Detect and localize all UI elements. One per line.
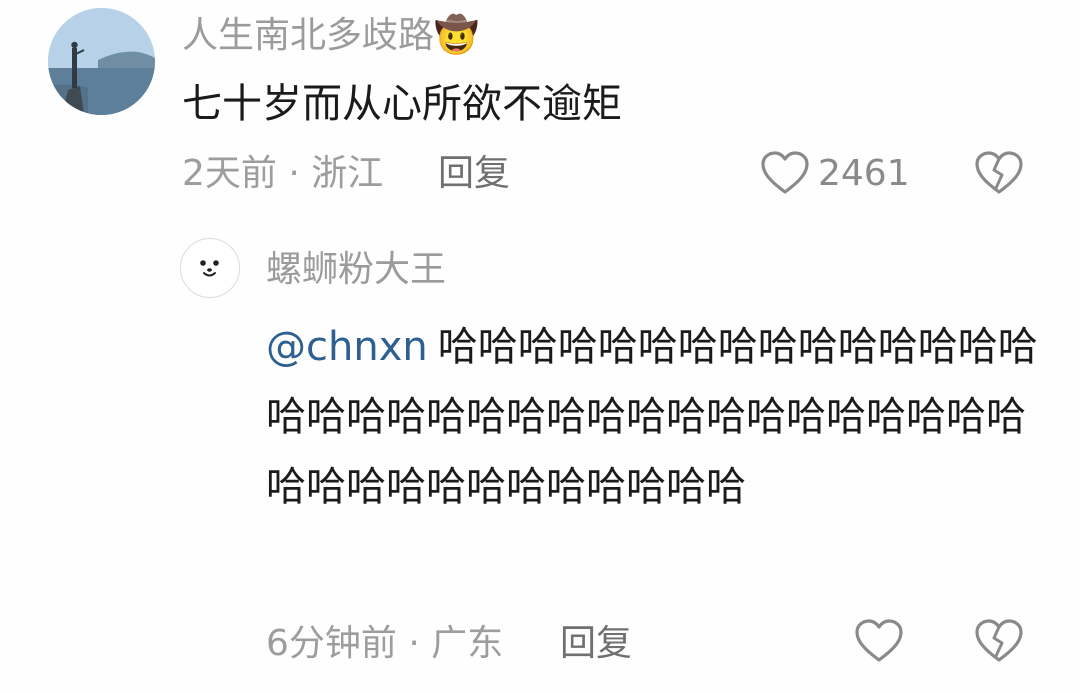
comment-author-name-text: 人生南北多歧路 [182,15,435,56]
reply-button[interactable]: 回复 [438,150,510,198]
reply-to-reply-button[interactable]: 回复 [560,620,632,668]
reply-avatar[interactable] [180,238,240,298]
comment-text: 七十岁而从心所欲不逾矩 [182,81,622,127]
avatar[interactable] [48,8,155,115]
mention-link[interactable]: @chnxn [266,324,428,370]
like-count: 2461 [818,153,910,194]
cowboy-emoji-icon: 🤠 [434,15,479,56]
broken-heart-icon [975,619,1023,662]
broken-heart-icon [975,151,1023,194]
reply-like-button[interactable] [854,618,904,664]
reply-text-block: @chnxn 哈哈哈哈哈哈哈哈哈哈哈哈哈哈哈哈哈哈哈哈哈哈哈哈哈哈哈哈哈哈哈哈哈哈… [266,312,1046,522]
reply-meta: 6分钟前 · 广东 [266,623,504,664]
like-button[interactable] [760,150,810,196]
reply-author-name[interactable]: 螺蛳粉大王 [266,246,446,294]
heart-outline-icon [761,151,809,194]
reply-dislike-button[interactable] [974,618,1024,664]
avatar-photo-icon [48,8,155,115]
dislike-button[interactable] [974,150,1024,196]
comment-meta: 2天前 · 浙江 [182,153,384,194]
smiley-face-icon [200,260,219,277]
heart-outline-icon [855,619,903,662]
comment-author-name[interactable]: 人生南北多歧路🤠 [182,12,479,60]
